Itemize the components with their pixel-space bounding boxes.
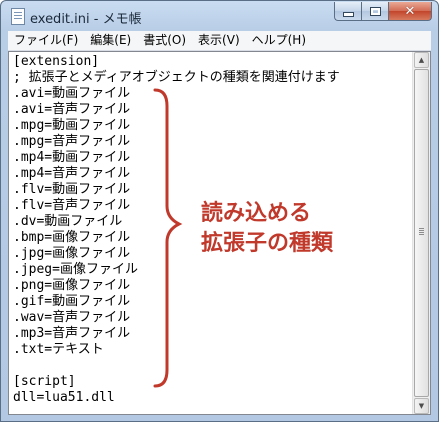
minimize-button[interactable] [334, 2, 361, 21]
text-line: .avi=動画ファイル [13, 86, 131, 101]
down-arrow-icon: ▼ [418, 402, 425, 410]
text-line: .txt=テキスト [13, 342, 104, 357]
text-line: .mpg=音声ファイル [13, 134, 131, 149]
menu-file[interactable]: ファイル(F) [8, 31, 84, 50]
text-line: .mp4=音声ファイル [13, 166, 131, 181]
close-button[interactable]: ✕ [388, 2, 432, 21]
text-line: .mp4=動画ファイル [13, 150, 131, 165]
scroll-up-button[interactable]: ▲ [414, 52, 429, 68]
close-icon: ✕ [404, 3, 416, 19]
menu-format[interactable]: 書式(O) [137, 31, 192, 50]
text-line: ; 拡張子とメディアオブジェクトの種類を関連付けます [13, 70, 340, 85]
menu-edit[interactable]: 編集(E) [84, 31, 137, 50]
maximize-icon [369, 6, 381, 16]
minimize-icon [342, 12, 354, 17]
menu-view[interactable]: 表示(V) [192, 31, 246, 50]
maximize-button[interactable] [361, 2, 388, 21]
title-bar[interactable]: exedit.ini - メモ帳 ✕ [1, 1, 438, 31]
text-line: .jpeg=画像ファイル [13, 262, 138, 277]
window-title: exedit.ini - メモ帳 [30, 12, 142, 27]
annotation-line-2: 拡張子の種類 [201, 231, 334, 256]
text-line: .gif=動画ファイル [13, 294, 131, 309]
annotation-line-1: 読み込める [201, 201, 312, 226]
vertical-scrollbar[interactable]: ▲ ▼ [412, 52, 430, 414]
up-arrow-icon: ▲ [418, 56, 425, 64]
text-line: [extension] [13, 54, 100, 69]
menu-help[interactable]: ヘルプ(H) [246, 31, 312, 50]
text-line: .wav=音声ファイル [13, 310, 131, 325]
text-line: .avi=音声ファイル [13, 102, 131, 117]
text-line: .mp3=音声ファイル [13, 326, 131, 341]
notepad-icon[interactable] [11, 8, 25, 25]
scroll-down-button[interactable]: ▼ [414, 398, 429, 414]
text-line: .flv=動画ファイル [13, 182, 131, 197]
text-editor[interactable]: [extension] ; 拡張子とメディアオブジェクトの種類を関連付けます .… [8, 51, 431, 415]
scroll-thumb[interactable] [414, 69, 429, 397]
text-line: [script] [13, 374, 76, 389]
text-line: .mpg=動画ファイル [13, 118, 131, 133]
text-line [13, 358, 413, 374]
notepad-window: exedit.ini - メモ帳 ✕ ファイル(F) 編集(E) 書式(O) 表… [0, 0, 439, 422]
text-line: dll=lua51.dll [13, 390, 115, 405]
curly-bracket-icon [153, 88, 183, 388]
grip-icon [419, 228, 424, 229]
caption-buttons: ✕ [334, 2, 432, 22]
text-line: .png=画像ファイル [13, 278, 131, 293]
menu-bar: ファイル(F) 編集(E) 書式(O) 表示(V) ヘルプ(H) [8, 31, 431, 51]
